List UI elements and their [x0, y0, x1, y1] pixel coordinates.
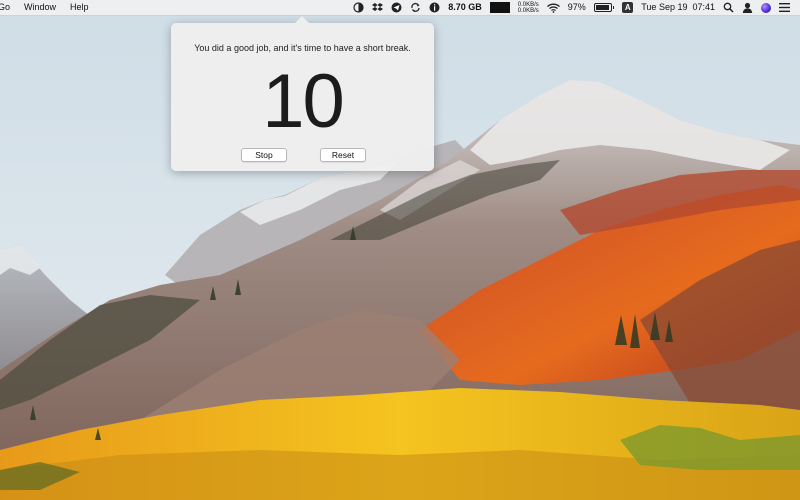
stop-button[interactable]: Stop — [241, 148, 287, 162]
menu-list-icon[interactable] — [779, 0, 790, 15]
popover-arrow — [295, 16, 309, 23]
dropbox-icon[interactable] — [372, 0, 384, 15]
app-menus: Go Window Help — [0, 0, 96, 15]
menu-bar: Go Window Help 8.70 GB 0.0KB/s 0.0KB/s 9… — [0, 0, 800, 16]
menu-window[interactable]: Window — [17, 0, 63, 15]
countdown-display: 10 — [262, 59, 345, 144]
break-message: You did a good job, and it's time to hav… — [194, 43, 411, 53]
break-timer-icon[interactable] — [353, 0, 364, 15]
info-icon[interactable] — [429, 0, 440, 15]
menu-go[interactable]: Go — [0, 0, 17, 15]
network-speed[interactable]: 0.0KB/s 0.0KB/s — [518, 2, 539, 14]
battery-percent[interactable]: 97% — [568, 0, 586, 15]
telegram-icon[interactable] — [391, 0, 402, 15]
cpu-graph[interactable] — [489, 2, 510, 13]
net-download: 0.0KB/s — [517, 7, 539, 14]
user-icon[interactable] — [742, 0, 753, 15]
input-source-icon[interactable]: A — [622, 2, 634, 13]
battery-icon[interactable] — [593, 3, 615, 12]
menu-help[interactable]: Help — [63, 0, 96, 15]
wifi-icon[interactable] — [546, 0, 560, 15]
siri-icon[interactable] — [761, 2, 771, 13]
disk-free-readout[interactable]: 8.70 GB — [448, 0, 482, 15]
status-items: 8.70 GB 0.0KB/s 0.0KB/s 97% A Tue Sep 19… — [349, 0, 800, 15]
search-icon[interactable] — [723, 0, 734, 15]
sync-icon[interactable] — [410, 0, 421, 15]
break-reminder-popover: You did a good job, and it's time to hav… — [171, 16, 434, 171]
reset-button[interactable]: Reset — [320, 148, 366, 162]
menubar-clock[interactable]: Tue Sep 19 07:41 — [641, 0, 715, 15]
